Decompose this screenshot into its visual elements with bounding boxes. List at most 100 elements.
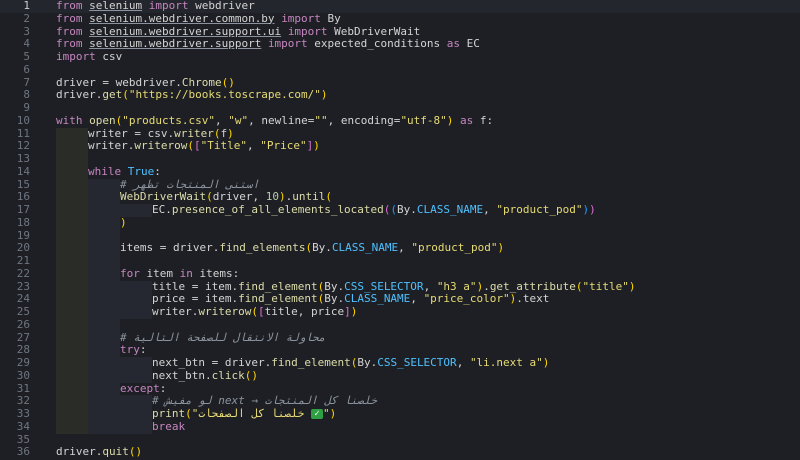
line-number: 25	[16, 305, 30, 318]
line-number: 1	[23, 0, 30, 12]
code-token: (	[185, 407, 192, 420]
code-token: writerow	[198, 305, 252, 318]
code-token: webdriver	[188, 0, 255, 12]
code-text: except:	[56, 381, 167, 396]
indent-guide	[56, 420, 88, 434]
indent-guide	[120, 280, 152, 294]
code-token: CSS_SELECTOR	[377, 356, 457, 369]
indent-guide	[88, 204, 120, 217]
indent-guide	[88, 395, 120, 408]
code-token: item	[139, 266, 180, 280]
indent-guide	[120, 293, 152, 306]
code-token: selenium.webdriver.support.ui	[89, 24, 282, 38]
code-text: writer.writerow(["Title", "Price"])	[56, 139, 320, 153]
code-token: )	[542, 356, 550, 369]
indent-guide	[56, 140, 88, 153]
code-token: )	[497, 241, 505, 255]
code-line[interactable]: 8 driver.get("https://books.toscrape.com/…	[0, 88, 800, 102]
code-token: while	[88, 164, 122, 178]
code-token: import	[267, 37, 308, 51]
indent-guide	[56, 267, 88, 281]
code-line[interactable]: 20 items = driver.find_elements(By.CLASS_…	[0, 241, 800, 255]
code-token: "title"	[582, 279, 629, 293]
line-number: 2	[23, 11, 30, 25]
line-number: 5	[23, 50, 30, 63]
code-token: selenium.webdriver.support	[89, 37, 262, 51]
code-line[interactable]: 36 driver.quit()	[0, 445, 800, 459]
code-line[interactable]: 12 writer.writerow(["Title", "Price"])	[0, 139, 800, 153]
code-token: ()	[244, 368, 258, 382]
indent-guide	[120, 395, 152, 408]
indent-guide	[88, 408, 120, 421]
code-text: import csv	[56, 50, 123, 64]
code-token: CLASS_NAME	[416, 203, 484, 216]
code-editor[interactable]: 1 from selenium import webdriver 2 from sel…	[0, 0, 800, 460]
code-token: from	[56, 24, 83, 38]
code-token: "https://books.toscrape.com/"	[128, 88, 321, 102]
code-token: (	[575, 279, 583, 293]
indent-guide	[120, 408, 152, 421]
code-token: selenium.webdriver.common.by	[89, 11, 275, 25]
code-token: "product_pod"	[411, 241, 498, 255]
code-line[interactable]: 5 import csv	[0, 50, 800, 64]
code-token: presence_of_all_elements_located	[171, 203, 384, 216]
code-text: break	[56, 419, 186, 434]
code-token: from	[56, 11, 83, 25]
code-token: import	[287, 24, 328, 38]
code-token: (	[122, 88, 129, 102]
code-line[interactable]: 29 next_btn = driver.find_element(By.CSS_…	[0, 356, 800, 370]
code-token: ,	[398, 241, 412, 255]
code-token: title, price	[264, 305, 345, 318]
code-token: By.	[312, 241, 332, 255]
indent-guide	[88, 267, 120, 281]
code-token: find_element	[271, 356, 351, 369]
code-token: break	[152, 419, 186, 433]
code-token: f:	[473, 113, 494, 127]
code-token: EC.	[152, 203, 172, 216]
code-text: next_btn = driver.find_element(By.CSS_SE…	[56, 356, 550, 370]
code-token: ,	[483, 203, 497, 216]
code-line[interactable]: 31 except:	[0, 381, 800, 396]
line-number: 22	[16, 266, 30, 280]
code-token: driver.	[56, 445, 103, 459]
indent-guide	[56, 216, 88, 230]
code-token: writer = csv.	[88, 126, 175, 140]
line-number: 17	[16, 203, 30, 216]
code-line[interactable]: 33 print("خلصنا كل الصفحات ✓ ")	[0, 407, 800, 421]
code-token: .text	[516, 292, 550, 306]
indent-guide	[56, 255, 88, 268]
code-line[interactable]: 24 price = item.find_element(By.CLASS_NAM…	[0, 292, 800, 306]
indent-guide	[56, 165, 88, 179]
code-text: driver.quit()	[56, 445, 142, 459]
code-line[interactable]: 32 # لو مفيش next → خلصنا كل المنتجات	[0, 394, 800, 408]
code-token: "price_color"	[423, 292, 510, 306]
indent-guide	[88, 344, 120, 357]
code-token: ()	[221, 75, 235, 89]
code-text: writer.writerow([title, price])	[56, 305, 357, 319]
code-token: [	[257, 305, 265, 318]
code-token: next_btn = driver.	[152, 356, 272, 369]
indent-guide	[56, 382, 88, 396]
code-token: "خلصنا كل الصفحات	[191, 407, 311, 420]
code-token: :	[159, 381, 167, 395]
code-token: csv	[95, 50, 123, 63]
line-number: 21	[16, 254, 30, 267]
code-token: quit	[102, 445, 129, 459]
code-token: )	[628, 279, 636, 293]
code-line[interactable]: 34 break	[0, 419, 800, 434]
code-token: find_elements	[219, 241, 306, 255]
code-token: driver = webdriver.	[56, 75, 182, 89]
code-line[interactable]: 18)	[0, 216, 800, 230]
indent-guide	[56, 178, 88, 192]
code-line[interactable]: 25 writer.writerow([title, price])	[0, 305, 800, 319]
code-token: (	[251, 305, 258, 318]
code-token: for	[120, 266, 140, 280]
indent-guide	[56, 127, 88, 141]
code-token: Chrome	[181, 75, 222, 89]
code-token: ]	[344, 305, 351, 318]
code-token: ,	[214, 113, 229, 127]
code-token: WebDriverWait	[327, 24, 421, 38]
